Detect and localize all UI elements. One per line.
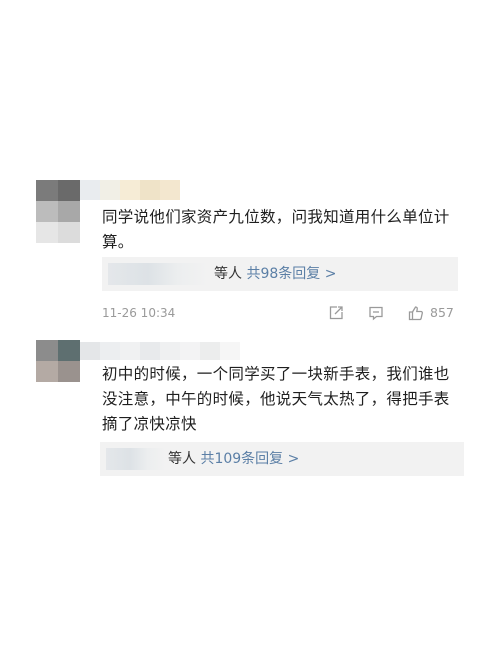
username[interactable]: [80, 342, 240, 360]
reply-count-link[interactable]: 共109条回复 >: [200, 451, 299, 467]
reply-users-blurred: [106, 448, 166, 470]
reply-users-blurred: [108, 263, 208, 285]
reply-summary[interactable]: 等人 共109条回复 >: [100, 442, 464, 476]
reply-prefix: 等人: [168, 451, 196, 467]
thumbs-up-icon[interactable]: [408, 305, 424, 321]
comment-item: 初中的时候，一个同学买了一块新手表，我们谁也没注意，中午的时候，他说天气太热了，…: [0, 338, 496, 488]
timestamp: 11-26 10:34: [102, 306, 176, 320]
comment-icon[interactable]: [368, 305, 384, 321]
comment-text: 同学说他们家资产九位数，问我知道用什么单位计算。: [102, 208, 450, 251]
avatar[interactable]: [36, 180, 80, 243]
comment-meta: 11-26 10:34 857: [102, 303, 456, 323]
avatar[interactable]: [36, 340, 80, 382]
username[interactable]: [80, 180, 180, 200]
reply-summary[interactable]: 等人 共98条回复 >: [102, 257, 458, 291]
like-count: 857: [430, 305, 454, 320]
comment-item: 同学说他们家资产九位数，问我知道用什么单位计算。 等人 共98条回复 > 11-…: [0, 175, 496, 335]
reply-prefix: 等人: [214, 266, 242, 282]
comment-text: 初中的时候，一个同学买了一块新手表，我们谁也没注意，中午的时候，他说天气太热了，…: [102, 365, 450, 433]
share-icon[interactable]: [328, 305, 344, 321]
reply-count-link[interactable]: 共98条回复 >: [246, 266, 336, 282]
